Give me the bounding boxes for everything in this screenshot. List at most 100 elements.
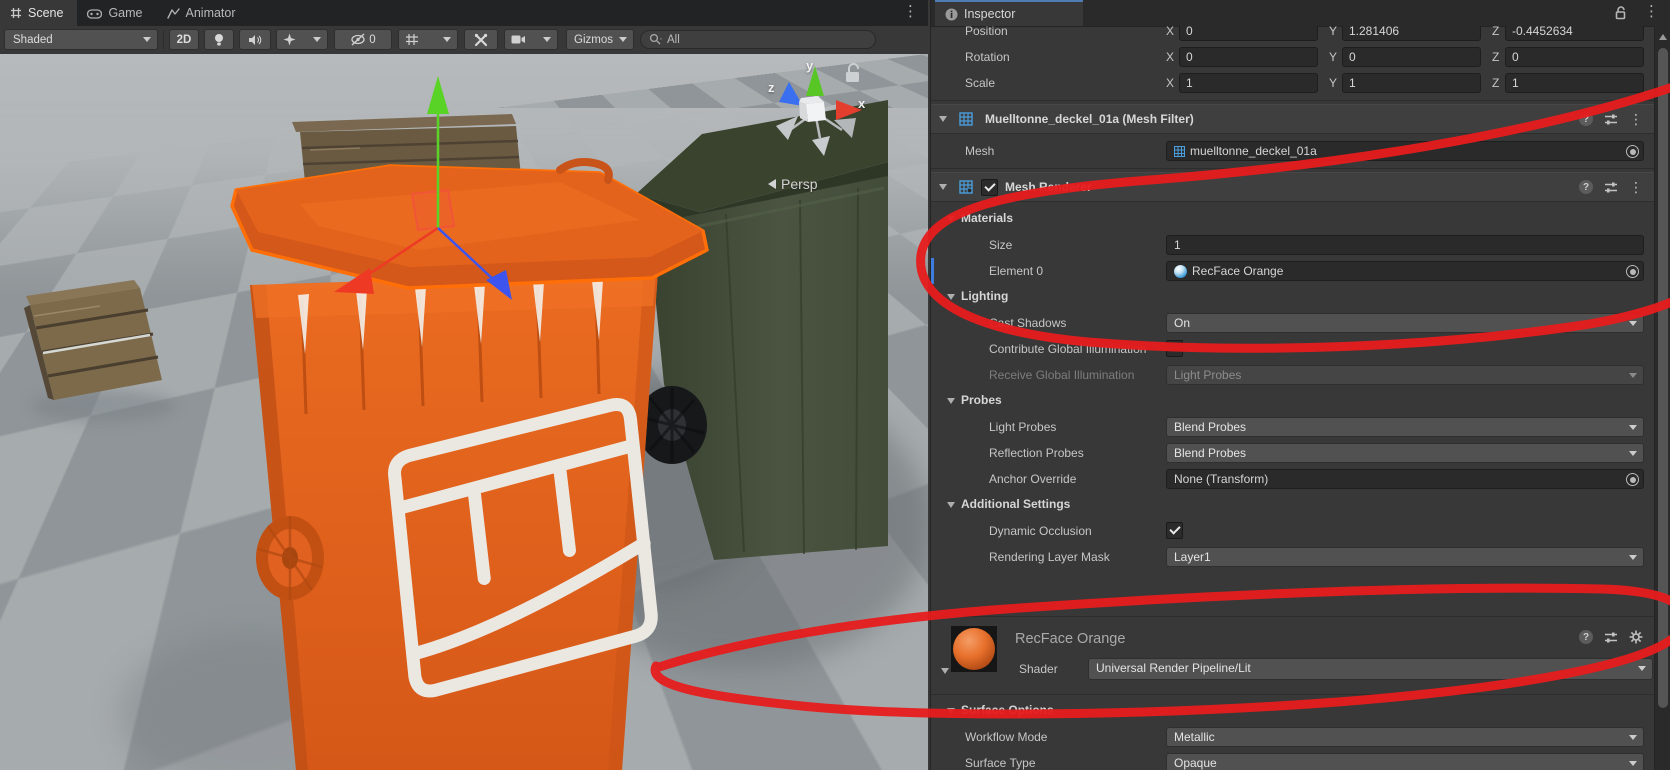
shader-dropdown[interactable]: Universal Render Pipeline/Lit (1088, 658, 1653, 680)
reflection-probes-value: Blend Probes (1174, 446, 1246, 460)
tab-inspector[interactable]: Inspector (935, 0, 1083, 26)
component-tools-button[interactable] (464, 29, 498, 50)
mesh-filter-icon (959, 112, 973, 126)
light-probes-label: Light Probes (989, 420, 1056, 434)
scroll-up-icon[interactable] (1659, 34, 1667, 40)
rotation-z-field[interactable]: 0 (1505, 47, 1644, 67)
light-probes-dropdown[interactable]: Blend Probes (1166, 417, 1644, 437)
foldout-icon[interactable] (947, 398, 955, 404)
presets-icon[interactable] (1604, 631, 1618, 644)
gizmo-plane-handle[interactable] (412, 190, 454, 230)
scene-audio-toggle-button[interactable] (239, 29, 271, 50)
tab-animator[interactable]: Animator (157, 0, 250, 26)
inspector-lock-icon[interactable] (1614, 6, 1627, 20)
materials-foldout-row[interactable]: Materials (931, 206, 1655, 232)
mesh-filter-header[interactable]: Muelltonne_deckel_01a (Mesh Filter) ? ⋮ (931, 104, 1655, 134)
receive-gi-label: Receive Global Illumination (989, 368, 1134, 382)
scene-toolbar: Shaded 2D 0 (0, 26, 928, 55)
mesh-object-field[interactable]: muelltonne_deckel_01a (1166, 141, 1644, 161)
crate-left[interactable] (24, 280, 162, 400)
position-y-field[interactable]: 1.281406 (1342, 26, 1481, 41)
object-picker-icon[interactable] (1626, 473, 1639, 486)
scale-y-field[interactable]: 1 (1342, 73, 1481, 93)
help-icon[interactable]: ? (1579, 180, 1593, 194)
scene-grid-icon (10, 7, 22, 19)
foldout-icon[interactable] (939, 184, 947, 190)
foldout-icon[interactable] (947, 216, 955, 222)
chevron-down-icon (1629, 555, 1637, 560)
presets-icon[interactable] (1604, 113, 1618, 126)
component-menu-icon[interactable]: ⋮ (1629, 180, 1643, 194)
material-header[interactable]: RecFace Orange ? Shader Universal Render… (931, 620, 1655, 690)
help-icon[interactable]: ? (1579, 112, 1593, 126)
object-picker-icon[interactable] (1626, 265, 1639, 278)
orange-bin[interactable] (250, 272, 658, 770)
position-z-field[interactable]: -0.4452634 (1505, 26, 1644, 41)
dynamic-occlusion-checkbox[interactable] (1166, 522, 1183, 539)
rendering-layer-mask-dropdown[interactable]: Layer1 (1166, 547, 1644, 567)
cast-shadows-dropdown[interactable]: On (1166, 313, 1644, 333)
rendering-layer-mask-row: Rendering Layer Mask Layer1 (931, 544, 1655, 570)
perspective-toggle[interactable]: Persp (768, 176, 818, 192)
scene-panel-menu-icon[interactable]: ⋮ (903, 2, 918, 22)
help-icon[interactable]: ? (1579, 630, 1593, 644)
eye-slash-icon (350, 33, 366, 46)
axis-y-letter: Y (1329, 50, 1337, 64)
foldout-icon[interactable] (947, 502, 955, 508)
probes-foldout-row[interactable]: Probes (931, 388, 1655, 414)
surface-type-dropdown[interactable]: Opaque (1166, 753, 1644, 770)
foldout-icon[interactable] (947, 294, 955, 300)
scale-z-field[interactable]: 1 (1505, 73, 1644, 93)
object-picker-icon[interactable] (1626, 145, 1639, 158)
mesh-renderer-enabled-checkbox[interactable] (981, 179, 998, 196)
gizmo-y-arrow[interactable] (427, 76, 449, 114)
gear-icon[interactable] (1629, 630, 1643, 644)
material-sphere-preview (953, 628, 995, 670)
search-icon (649, 33, 662, 46)
scene-search-input[interactable]: All (640, 30, 876, 49)
camera-settings-dropdown[interactable] (504, 29, 558, 50)
scale-x-field[interactable]: 1 (1179, 73, 1318, 93)
surface-options-foldout-row[interactable]: Surface Options (931, 698, 1655, 724)
tab-game[interactable]: Game (77, 0, 156, 26)
lighting-foldout-row[interactable]: Lighting (931, 284, 1655, 310)
shading-mode-dropdown[interactable]: Shaded (4, 29, 158, 50)
inspector-menu-icon[interactable]: ⋮ (1644, 2, 1659, 22)
anchor-override-label: Anchor Override (989, 472, 1076, 486)
orange-bin-lid[interactable] (232, 162, 707, 288)
scene-lighting-toggle-button[interactable] (204, 29, 234, 50)
scene-viewport[interactable]: y z x Persp (0, 54, 928, 770)
scrollbar-thumb[interactable] (1658, 48, 1668, 708)
lock-open-icon[interactable] (846, 64, 859, 82)
grid-visibility-dropdown[interactable] (398, 29, 458, 50)
foldout-icon[interactable] (947, 708, 955, 714)
reflection-probes-dropdown[interactable]: Blend Probes (1166, 443, 1644, 463)
mesh-icon (1174, 146, 1185, 157)
orange-bin-wheel (256, 516, 324, 600)
axis-x-letter: X (1166, 26, 1174, 38)
material-foldout-icon[interactable] (941, 668, 949, 674)
foldout-icon[interactable] (939, 116, 947, 122)
scene-visibility-toggle-button[interactable]: 0 (334, 29, 392, 50)
inspector-scrollbar[interactable] (1654, 26, 1670, 770)
material-preview-thumbnail[interactable] (951, 626, 997, 672)
additional-settings-foldout-row[interactable]: Additional Settings (931, 492, 1655, 518)
tab-scene[interactable]: Scene (0, 0, 77, 26)
material-sphere-icon (1174, 265, 1187, 278)
gizmos-dropdown[interactable]: Gizmos (566, 29, 634, 50)
contribute-gi-checkbox[interactable] (1166, 340, 1183, 357)
size-field[interactable]: 1 (1166, 235, 1644, 255)
axis-y-letter: Y (1329, 26, 1337, 38)
component-menu-icon[interactable]: ⋮ (1629, 112, 1643, 126)
presets-icon[interactable] (1604, 181, 1618, 194)
position-x-field[interactable]: 0 (1179, 26, 1318, 41)
position-label: Position (965, 26, 1008, 38)
scene-effects-dropdown[interactable] (276, 29, 328, 50)
rotation-x-field[interactable]: 0 (1179, 47, 1318, 67)
mesh-renderer-header[interactable]: Mesh Renderer ? ⋮ (931, 172, 1655, 202)
workflow-mode-dropdown[interactable]: Metallic (1166, 727, 1644, 747)
anchor-override-field[interactable]: None (Transform) (1166, 469, 1644, 489)
rotation-y-field[interactable]: 0 (1342, 47, 1481, 67)
2d-toggle-button[interactable]: 2D (169, 29, 199, 50)
element0-object-field[interactable]: RecFace Orange (1166, 261, 1644, 281)
